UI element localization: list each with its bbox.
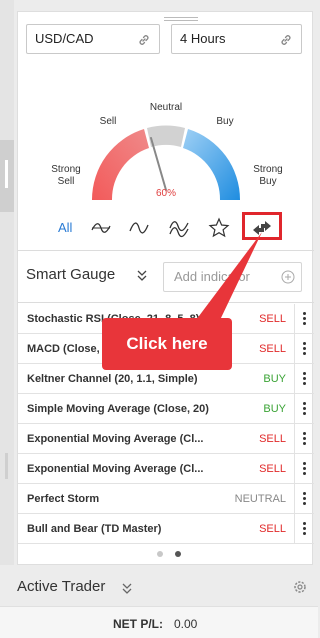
active-trader-header[interactable]: Active Trader bbox=[17, 578, 132, 595]
callout-pointer bbox=[196, 232, 262, 320]
net-pl-label: NET P/L: bbox=[113, 617, 163, 631]
chevron-double-down-icon bbox=[122, 583, 132, 594]
gear-icon[interactable] bbox=[292, 579, 308, 595]
pnl-footer: NET P/L: 0.00 bbox=[0, 606, 318, 638]
net-pl-value: 0.00 bbox=[174, 617, 198, 631]
active-trader-title: Active Trader bbox=[17, 578, 106, 595]
